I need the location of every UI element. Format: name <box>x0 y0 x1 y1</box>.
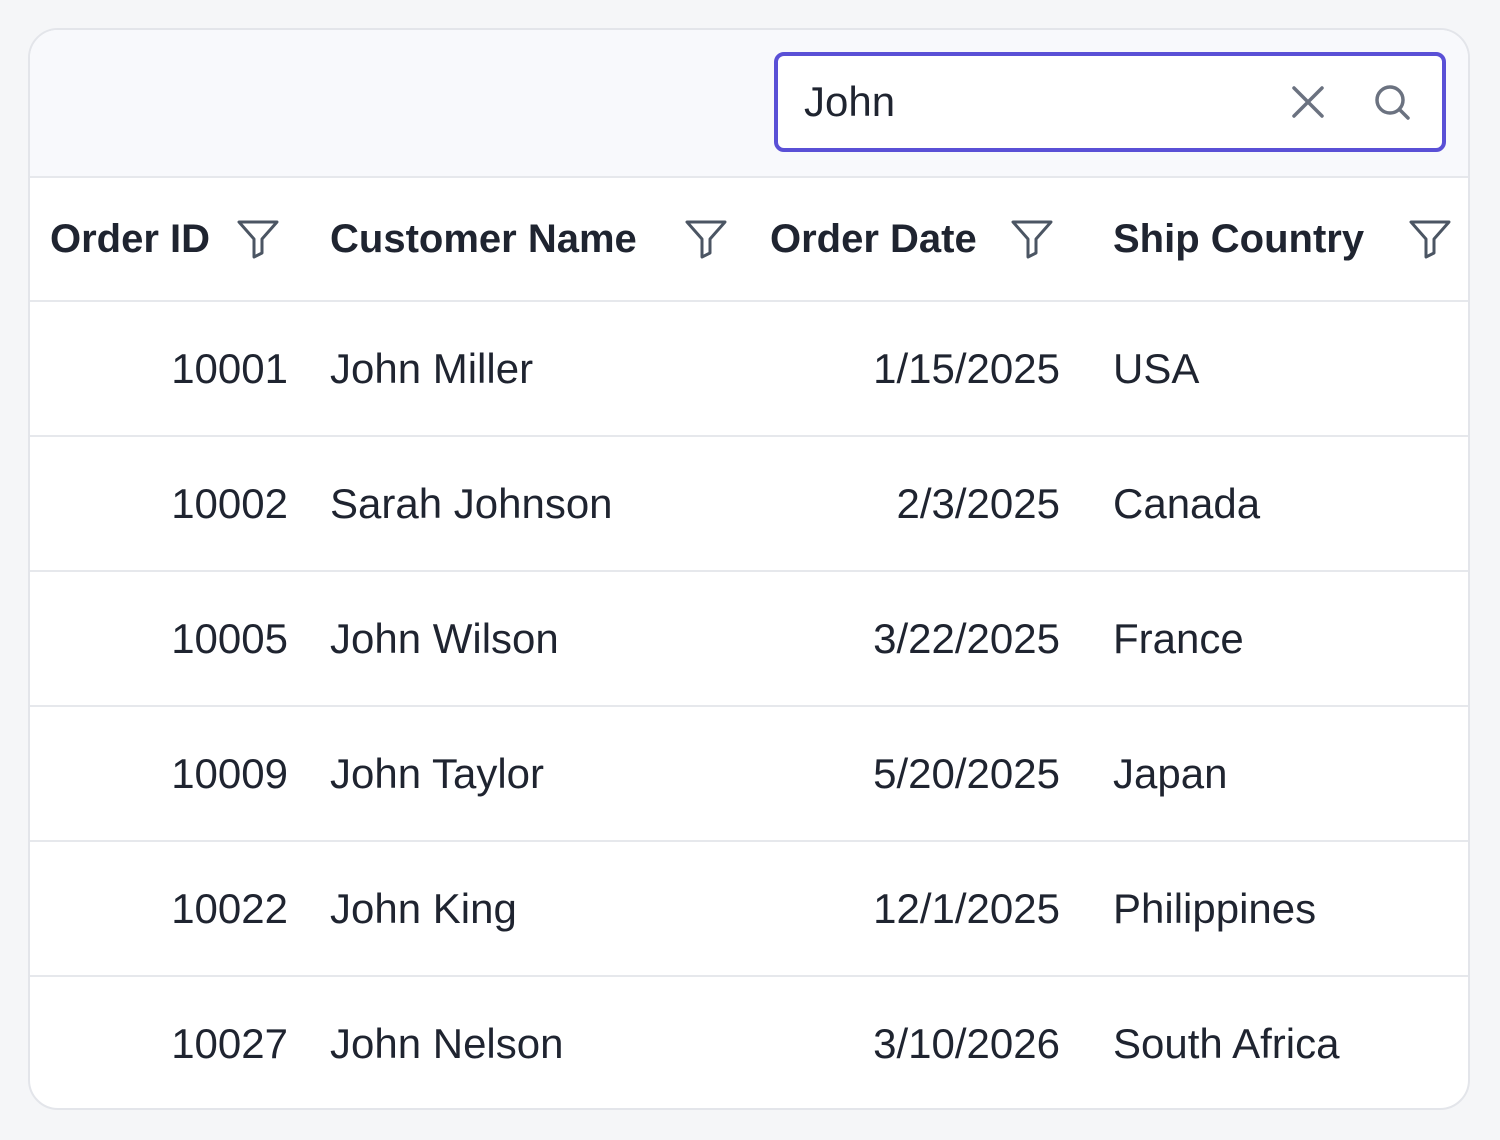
search-icon <box>1375 85 1410 120</box>
filter-icon[interactable] <box>1408 219 1452 259</box>
cell-customer-name: John Nelson <box>330 1019 564 1067</box>
cell-order-id: 10022 <box>171 884 288 932</box>
cell-ship-country: France <box>1113 614 1244 662</box>
column-header-order-id[interactable]: Order ID <box>50 178 210 300</box>
table-row[interactable]: 10027 John Nelson 3/10/2026 South Africa <box>30 977 1468 1108</box>
cell-order-date: 3/10/2026 <box>873 1019 1060 1067</box>
cell-ship-country: Canada <box>1113 479 1261 527</box>
cell-ship-country: Japan <box>1113 749 1228 797</box>
grid-toolbar <box>30 30 1468 178</box>
table-row[interactable]: 10001 John Miller 1/15/2025 USA <box>30 302 1468 437</box>
search-button[interactable] <box>1370 80 1414 124</box>
table-row[interactable]: 10009 John Taylor 5/20/2025 Japan <box>30 707 1468 842</box>
cell-order-id: 10001 <box>171 344 288 392</box>
data-grid: Order ID Customer Name Order Date Ship C… <box>28 28 1470 1110</box>
column-header-label: Ship Country <box>1113 216 1365 261</box>
cell-order-id: 10002 <box>171 479 288 527</box>
cell-customer-name: John Taylor <box>330 749 545 797</box>
column-header-label: Order Date <box>770 216 977 261</box>
cell-order-id: 10005 <box>171 614 288 662</box>
cell-customer-name: John Wilson <box>330 614 559 662</box>
column-header-label: Customer Name <box>330 216 637 261</box>
search-box <box>774 52 1446 152</box>
search-input[interactable] <box>804 78 1264 126</box>
cell-order-id: 10027 <box>171 1019 288 1067</box>
column-header-label: Order ID <box>50 216 211 261</box>
filter-icon[interactable] <box>1010 219 1054 259</box>
column-header-customer-name[interactable]: Customer Name <box>330 178 637 300</box>
cell-order-date: 2/3/2025 <box>896 479 1061 527</box>
cell-order-date: 1/15/2025 <box>873 344 1060 392</box>
cell-order-id: 10009 <box>171 749 288 797</box>
cell-order-date: 3/22/2025 <box>873 614 1060 662</box>
filter-icon[interactable] <box>684 219 728 259</box>
grid-header-row: Order ID Customer Name Order Date Ship C… <box>30 178 1468 302</box>
column-header-order-date[interactable]: Order Date <box>770 178 977 300</box>
cell-order-date: 12/1/2025 <box>873 884 1060 932</box>
clear-search-button[interactable] <box>1288 82 1328 122</box>
cell-customer-name: Sarah Johnson <box>330 479 613 527</box>
cell-customer-name: John King <box>330 884 517 932</box>
table-row[interactable]: 10002 Sarah Johnson 2/3/2025 Canada <box>30 437 1468 572</box>
cell-ship-country: USA <box>1113 344 1200 392</box>
cell-ship-country: Philippines <box>1113 884 1317 932</box>
table-row[interactable]: 10005 John Wilson 3/22/2025 France <box>30 572 1468 707</box>
cell-order-date: 5/20/2025 <box>873 749 1060 797</box>
table-row[interactable]: 10022 John King 12/1/2025 Philippines <box>30 842 1468 977</box>
filter-icon[interactable] <box>236 219 280 259</box>
cell-customer-name: John Miller <box>330 344 534 392</box>
close-icon <box>1292 86 1324 118</box>
cell-ship-country: South Africa <box>1113 1019 1340 1067</box>
column-header-ship-country[interactable]: Ship Country <box>1113 178 1364 300</box>
